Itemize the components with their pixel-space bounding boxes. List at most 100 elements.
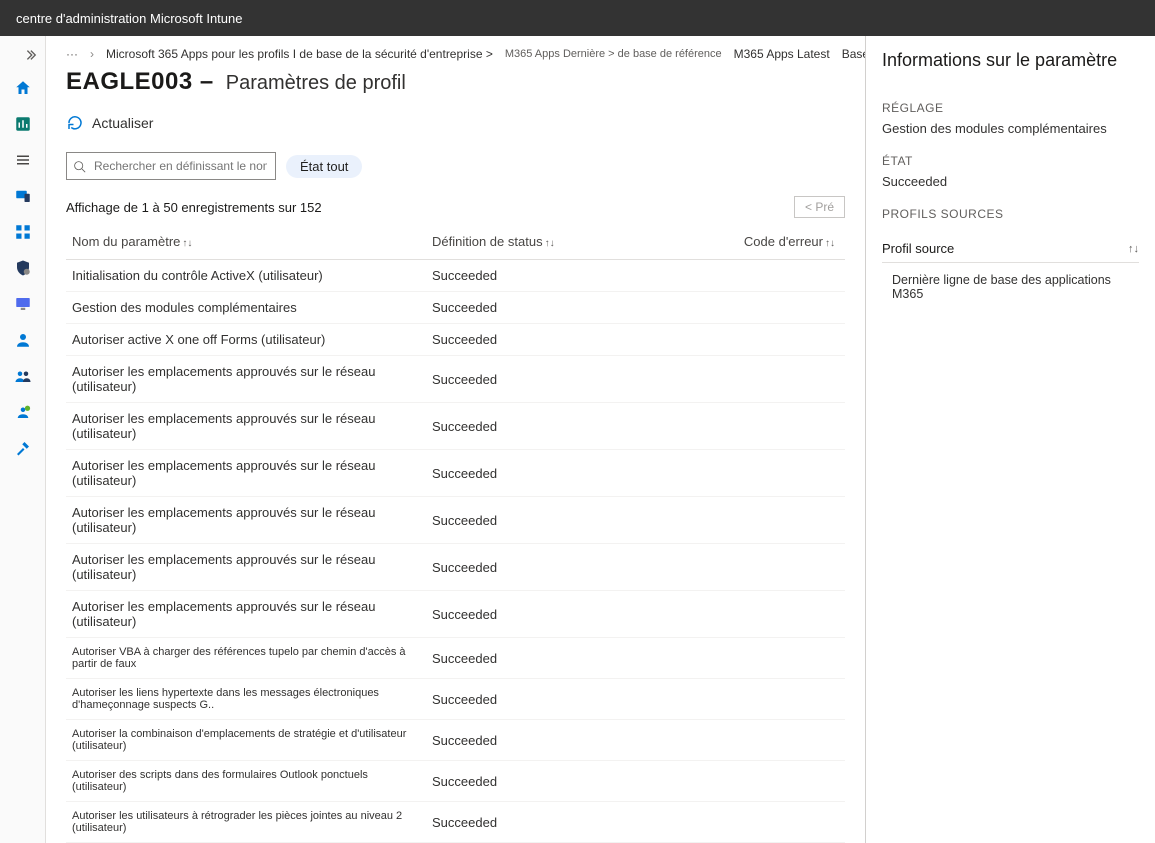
info-source-row[interactable]: Dernière ligne de base des applications … <box>882 263 1139 309</box>
cell-error <box>659 638 845 679</box>
table-row[interactable]: Autoriser des scripts dans des formulair… <box>66 761 845 802</box>
record-count: Affichage de 1 à 50 enregistrements sur … <box>66 200 322 215</box>
sidebar-collapse-button[interactable] <box>0 40 45 70</box>
sort-icon: ↑↓ <box>545 238 555 249</box>
info-label-sources: PROFILS SOURCES <box>882 207 1139 221</box>
cell-status: Succeeded <box>426 720 659 761</box>
cell-error <box>659 544 845 591</box>
cell-setting-name: Initialisation du contrôle ActiveX (util… <box>66 260 426 292</box>
refresh-button[interactable]: Actualiser <box>66 114 153 132</box>
breadcrumb: ··· › Microsoft 365 Apps pour les profil… <box>46 36 865 66</box>
column-header-error[interactable]: Code d'erreur↑↓ <box>659 224 845 260</box>
search-icon <box>73 160 86 173</box>
info-value-state: Succeeded <box>882 174 1139 189</box>
breadcrumb-item[interactable]: Microsoft 365 Apps pour les profils I de… <box>106 47 493 61</box>
chevrons-right-icon <box>23 48 37 62</box>
cell-setting-name: Autoriser les emplacements approuvés sur… <box>66 497 426 544</box>
table-row[interactable]: Autoriser les emplacements approuvés sur… <box>66 497 845 544</box>
gear-person-icon <box>14 403 32 421</box>
table-row[interactable]: Autoriser les emplacements approuvés sur… <box>66 450 845 497</box>
cell-status: Succeeded <box>426 356 659 403</box>
topbar: centre d'administration Microsoft Intune <box>0 0 1155 36</box>
cell-error <box>659 679 845 720</box>
apps-grid-icon <box>14 223 32 241</box>
cell-status: Succeeded <box>426 544 659 591</box>
sidebar-item-apps[interactable] <box>0 214 45 250</box>
cell-error <box>659 720 845 761</box>
table-row[interactable]: Autoriser VBA à charger des références t… <box>66 638 845 679</box>
page-title: EAGLE003 – Paramètres de profil <box>46 66 865 100</box>
sidebar-item-devices[interactable] <box>0 178 45 214</box>
pager-previous[interactable]: < Pré <box>794 196 845 218</box>
table-row[interactable]: Autoriser les liens hypertexte dans les … <box>66 679 845 720</box>
refresh-label: Actualiser <box>92 115 153 131</box>
devices-icon <box>14 187 32 205</box>
monitor-icon <box>14 295 32 313</box>
cell-status: Succeeded <box>426 591 659 638</box>
home-icon <box>14 79 32 97</box>
sort-icon: ↑↓ <box>182 238 192 249</box>
cell-setting-name: Autoriser les emplacements approuvés sur… <box>66 403 426 450</box>
info-column-source[interactable]: Profil source <box>882 241 954 256</box>
dashboard-icon <box>14 115 32 133</box>
toolbar: Actualiser <box>46 100 865 140</box>
sidebar <box>0 36 46 843</box>
sidebar-item-endpoint-security[interactable] <box>0 250 45 286</box>
sidebar-item-tenant-admin[interactable] <box>0 394 45 430</box>
cell-error <box>659 292 845 324</box>
breadcrumb-item[interactable]: M365 Apps Dernière > de base de référenc… <box>505 48 722 60</box>
info-label-state: ÉTAT <box>882 154 1139 168</box>
page-title-main: EAGLE003 – <box>66 68 214 96</box>
cell-setting-name: Autoriser les utilisateurs à rétrograder… <box>66 802 426 843</box>
sidebar-item-home[interactable] <box>0 70 45 106</box>
cell-status: Succeeded <box>426 450 659 497</box>
table-row[interactable]: Autoriser les utilisateurs à rétrograder… <box>66 802 845 843</box>
breadcrumb-item[interactable]: Baseline <box>842 47 865 61</box>
column-header-status[interactable]: Définition de status↑↓ <box>426 224 659 260</box>
sidebar-item-troubleshoot[interactable] <box>0 430 45 466</box>
list-icon <box>14 151 32 169</box>
info-label-setting: RÉGLAGE <box>882 101 1139 115</box>
cell-setting-name: Autoriser des scripts dans des formulair… <box>66 761 426 802</box>
search-input[interactable] <box>66 152 276 180</box>
cell-setting-name: Autoriser active X one off Forms (utilis… <box>66 324 426 356</box>
info-panel-title: Informations sur le paramètre <box>882 50 1139 71</box>
user-icon <box>14 331 32 349</box>
cell-setting-name: Autoriser les emplacements approuvés sur… <box>66 356 426 403</box>
cell-error <box>659 450 845 497</box>
table-row[interactable]: Gestion des modules complémentairesSucce… <box>66 292 845 324</box>
cell-status: Succeeded <box>426 638 659 679</box>
table-row[interactable]: Autoriser active X one off Forms (utilis… <box>66 324 845 356</box>
table-row[interactable]: Autoriser les emplacements approuvés sur… <box>66 403 845 450</box>
state-filter-pill[interactable]: État tout <box>286 155 362 178</box>
column-header-name[interactable]: Nom du paramètre↑↓ <box>66 224 426 260</box>
cell-error <box>659 403 845 450</box>
sidebar-item-groups[interactable] <box>0 358 45 394</box>
table-row[interactable]: Autoriser les emplacements approuvés sur… <box>66 356 845 403</box>
cell-error <box>659 260 845 292</box>
tools-icon <box>14 439 32 457</box>
cell-setting-name: Autoriser les emplacements approuvés sur… <box>66 450 426 497</box>
table-row[interactable]: Autoriser les emplacements approuvés sur… <box>66 544 845 591</box>
search-field[interactable] <box>92 158 269 174</box>
info-value-setting: Gestion des modules complémentaires <box>882 121 1139 136</box>
cell-error <box>659 356 845 403</box>
breadcrumb-overflow[interactable]: ··· <box>66 47 78 61</box>
sidebar-item-dashboard[interactable] <box>0 106 45 142</box>
cell-status: Succeeded <box>426 403 659 450</box>
cell-setting-name: Autoriser VBA à charger des références t… <box>66 638 426 679</box>
table-row[interactable]: Initialisation du contrôle ActiveX (util… <box>66 260 845 292</box>
main-content: ··· › Microsoft 365 Apps pour les profil… <box>46 36 865 843</box>
table-row[interactable]: Autoriser les emplacements approuvés sur… <box>66 591 845 638</box>
cell-status: Succeeded <box>426 324 659 356</box>
sidebar-item-all-services[interactable] <box>0 142 45 178</box>
sidebar-item-reports[interactable] <box>0 286 45 322</box>
shield-icon <box>14 259 32 277</box>
cell-setting-name: Gestion des modules complémentaires <box>66 292 426 324</box>
sort-icon: ↑↓ <box>825 238 835 249</box>
breadcrumb-item[interactable]: M365 Apps Latest <box>734 47 830 61</box>
sidebar-item-users[interactable] <box>0 322 45 358</box>
cell-status: Succeeded <box>426 802 659 843</box>
table-row[interactable]: Autoriser la combinaison d'emplacements … <box>66 720 845 761</box>
cell-status: Succeeded <box>426 679 659 720</box>
